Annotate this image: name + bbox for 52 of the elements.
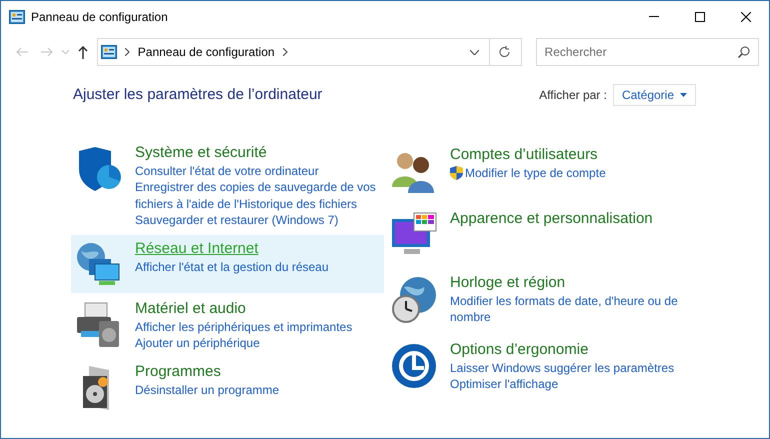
task-link[interactable]: Modifier les formats de date, d'heure ou de nombre bbox=[450, 292, 700, 326]
up-arrow-icon bbox=[78, 46, 88, 58]
category-panel[interactable]: Comptes d’utilisateurs Modifier le type de compte bbox=[386, 140, 706, 198]
category-panel[interactable]: Réseau et Internet Afficher l'état et la gestion du réseau bbox=[71, 234, 384, 292]
address-bar[interactable]: Panneau de configuration bbox=[96, 38, 522, 66]
globe-clock-icon bbox=[390, 274, 438, 322]
category-title[interactable]: Options d’ergonomie bbox=[450, 340, 674, 360]
task-link[interactable]: Enregistrer des copies de sauvegarde de vos fichiers à l'aide de l'Historique des fichiers bbox=[135, 179, 378, 212]
category-panel[interactable]: Système et sécurité Consulter l'état de votre ordinateur Enregistrer des copies de sauvegarde de vos fichiers à l'aide de l'Historique des fichiers Sauvegarder et restaurer (Windows 7) bbox=[71, 138, 384, 232]
back-arrow-icon bbox=[16, 47, 28, 57]
uac-shield-icon bbox=[450, 166, 463, 180]
category-title[interactable]: Comptes d’utilisateurs bbox=[450, 144, 606, 164]
page-heading: Ajuster les paramètres de l’ordinateur bbox=[73, 85, 322, 105]
category-title[interactable]: Matériel et audio bbox=[135, 298, 352, 318]
category-panel[interactable]: Apparence et personnalisation bbox=[386, 204, 706, 262]
window-title: Panneau de configuration bbox=[31, 8, 168, 26]
close-icon bbox=[741, 12, 751, 22]
ease-of-access-icon bbox=[390, 342, 438, 390]
maximize-icon bbox=[695, 12, 705, 22]
search-field[interactable]: Rechercher bbox=[536, 38, 759, 66]
control-panel-icon bbox=[100, 45, 117, 59]
category-panel[interactable]: Matériel et audio Afficher les périphériques et imprimantes Ajouter un périphérique bbox=[71, 294, 384, 356]
view-by-dropdown[interactable]: Catégorie bbox=[612, 84, 696, 106]
dropdown-caret-icon bbox=[62, 50, 70, 54]
category-title[interactable]: Système et sécurité bbox=[135, 142, 378, 162]
caret-icon bbox=[680, 93, 687, 98]
task-link[interactable]: Optimiser l'affichage bbox=[450, 376, 558, 392]
category-title[interactable]: Apparence et personnalisation bbox=[450, 208, 653, 228]
category-panel[interactable]: Horloge et région Modifier les formats de date, d'heure ou de nombre bbox=[386, 268, 706, 330]
task-link[interactable]: Modifier le type de compte bbox=[450, 164, 606, 181]
task-link[interactable]: Sauvegarder et restaurer (Windows 7) bbox=[135, 212, 338, 228]
chevron-icon bbox=[282, 48, 288, 56]
control-panel-icon bbox=[9, 10, 25, 24]
task-link[interactable]: Afficher les périphériques et imprimantes bbox=[135, 318, 352, 335]
search-input[interactable]: Rechercher bbox=[544, 43, 738, 61]
forward-arrow-icon bbox=[41, 47, 54, 57]
chevron-down-icon bbox=[470, 50, 480, 54]
category-title[interactable]: Horloge et région bbox=[450, 272, 700, 292]
task-link[interactable]: Consulter l'état de votre ordinateur bbox=[135, 162, 319, 179]
breadcrumb-item[interactable]: Panneau de configuration bbox=[138, 43, 275, 61]
task-link[interactable]: Afficher l'état et la gestion du réseau bbox=[135, 258, 329, 275]
refresh-icon bbox=[499, 46, 512, 58]
task-link[interactable]: Laisser Windows suggérer les paramètres bbox=[450, 360, 674, 376]
category-panel[interactable]: Programmes Désinstaller un programme bbox=[71, 358, 384, 416]
task-link[interactable]: Désinstaller un programme bbox=[135, 382, 280, 398]
task-link[interactable]: Ajouter un périphérique bbox=[135, 335, 260, 352]
minimize-icon bbox=[649, 16, 659, 17]
category-panel[interactable]: Options d’ergonomie Laisser Windows suggérer les paramètres Optimiser l'affichage bbox=[386, 336, 706, 396]
chevron-icon bbox=[124, 48, 130, 56]
category-title[interactable]: Programmes bbox=[135, 362, 280, 382]
view-by-label: Afficher par : bbox=[539, 87, 607, 104]
search-icon bbox=[738, 46, 750, 58]
